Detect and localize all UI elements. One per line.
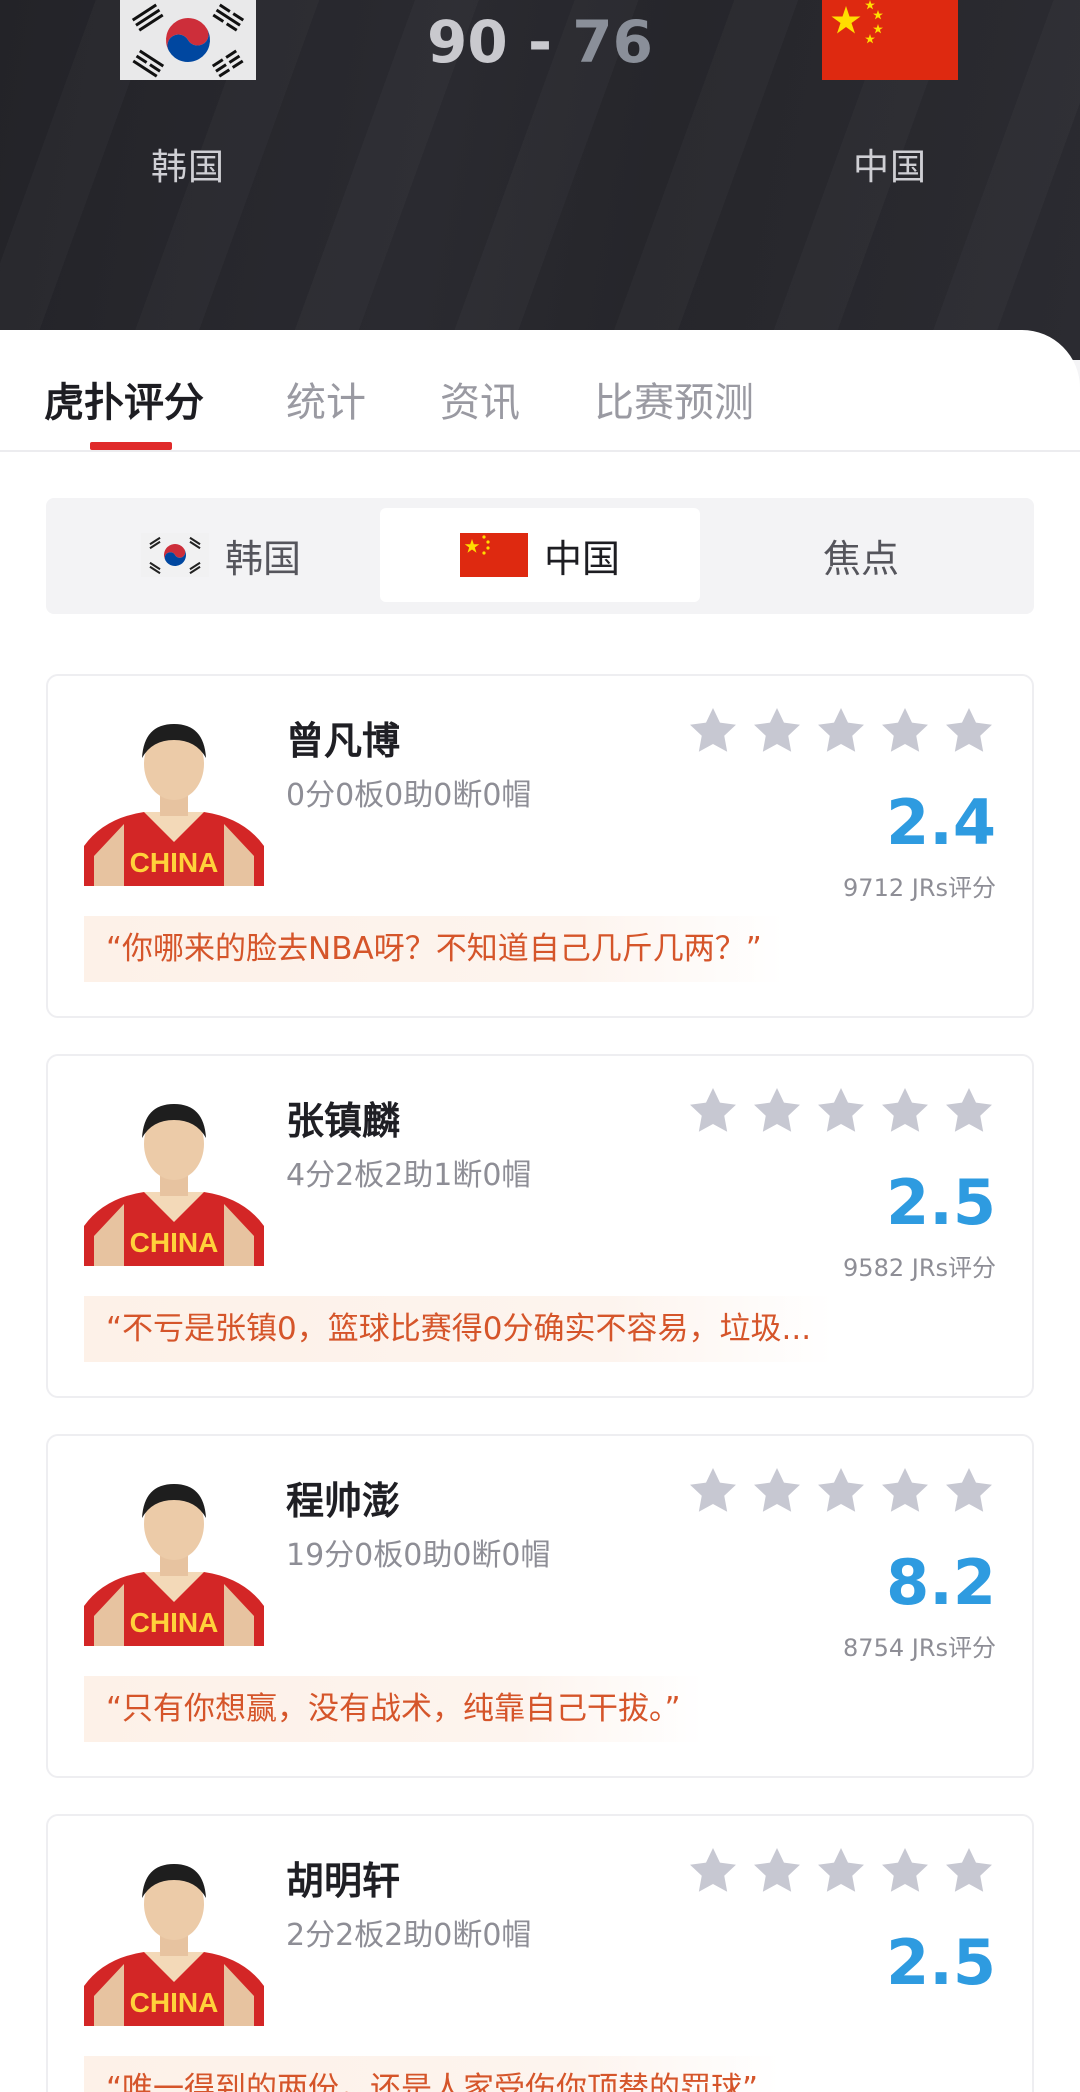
korea-flag-icon — [140, 533, 209, 577]
segment-korea-label: 韩国 — [224, 536, 301, 581]
segment-korea[interactable]: 韩国 — [86, 508, 356, 602]
star-icon[interactable] — [750, 704, 804, 758]
player-rating: 2.5 — [886, 1166, 996, 1239]
star-icon[interactable] — [942, 704, 996, 758]
top-comment[interactable]: “不亏是张镇0，篮球比赛得0分确实不容易，垃圾... — [84, 1296, 834, 1362]
star-icon[interactable] — [686, 1464, 740, 1518]
top-comment[interactable]: “只有你想赢，没有战术，纯靠自己干拔。” — [84, 1676, 703, 1742]
tab-prediction[interactable]: 比赛预测 — [594, 370, 754, 428]
player-rating: 8.2 — [886, 1546, 996, 1619]
active-tab-indicator — [90, 442, 172, 450]
rating-stars[interactable] — [686, 1844, 996, 1898]
star-icon[interactable] — [878, 704, 932, 758]
svg-text:CHINA: CHINA — [130, 1607, 219, 1638]
player-stats: 4分2板2助1断0帽 — [286, 1158, 532, 1193]
top-comment[interactable]: “唯一得到的两份，还是人家受伤你顶替的罚球” — [84, 2056, 781, 2092]
player-rating: 2.5 — [886, 1926, 996, 1999]
home-score: 90 — [427, 8, 508, 76]
away-team[interactable]: 中国 — [760, 0, 1020, 190]
player-avatar[interactable]: CHINA — [84, 706, 264, 886]
rating-votes: 8754 JRs评分 — [843, 1634, 996, 1662]
score-separator: - — [527, 8, 553, 76]
tab-stats[interactable]: 统计 — [286, 370, 366, 428]
away-score: 76 — [572, 8, 653, 76]
rating-stars[interactable] — [686, 704, 996, 758]
player-rating: 2.4 — [886, 786, 996, 859]
star-icon[interactable] — [942, 1084, 996, 1138]
segment-focus[interactable]: 焦点 — [726, 508, 996, 602]
svg-text:CHINA: CHINA — [130, 847, 219, 878]
tab-hupu-rating[interactable]: 虎扑评分 — [44, 370, 204, 428]
player-name[interactable]: 曾凡博 — [286, 710, 400, 765]
tab-bar: 虎扑评分 统计 资讯 比赛预测 — [0, 330, 1080, 452]
match-header: 韩国 90 - 76 中国 — [0, 0, 1080, 360]
player-stats: 0分0板0助0断0帽 — [286, 778, 532, 813]
star-icon[interactable] — [750, 1844, 804, 1898]
home-team-name: 韩国 — [150, 147, 225, 188]
segment-focus-label: 焦点 — [822, 536, 899, 581]
content-sheet: 虎扑评分 统计 资讯 比赛预测 韩国 中国 焦点 CHINA 曾凡博 0分0板0… — [0, 330, 1080, 2092]
star-icon[interactable] — [686, 704, 740, 758]
svg-text:CHINA: CHINA — [130, 1987, 219, 2018]
player-avatar[interactable]: CHINA — [84, 1086, 264, 1266]
segment-china[interactable]: 中国 — [380, 508, 700, 602]
rating-votes: 9712 JRs评分 — [843, 874, 996, 902]
star-icon[interactable] — [878, 1084, 932, 1138]
player-card[interactable]: CHINA 曾凡博 0分0板0助0断0帽 2.4 9712 JRs评分 “你哪来… — [46, 674, 1034, 1018]
star-icon[interactable] — [814, 1464, 868, 1518]
star-icon[interactable] — [814, 1844, 868, 1898]
player-card[interactable]: CHINA 胡明轩 2分2板2助0断0帽 2.5 “唯一得到的两份，还是人家受伤… — [46, 1814, 1034, 2092]
away-team-name: 中国 — [852, 147, 927, 188]
star-icon[interactable] — [814, 704, 868, 758]
player-name[interactable]: 张镇麟 — [286, 1090, 400, 1145]
player-avatar[interactable]: CHINA — [84, 1466, 264, 1646]
team-segment-control: 韩国 中国 焦点 — [46, 498, 1034, 614]
player-card[interactable]: CHINA 程帅澎 19分0板0助0断0帽 8.2 8754 JRs评分 “只有… — [46, 1434, 1034, 1778]
china-flag-icon — [822, 0, 958, 80]
svg-text:CHINA: CHINA — [130, 1227, 219, 1258]
player-stats: 19分0板0助0断0帽 — [286, 1538, 551, 1573]
segment-china-label: 中国 — [543, 536, 620, 581]
star-icon[interactable] — [686, 1084, 740, 1138]
star-icon[interactable] — [750, 1084, 804, 1138]
rating-votes: 9582 JRs评分 — [843, 1254, 996, 1282]
rating-stars[interactable] — [686, 1464, 996, 1518]
rating-stars[interactable] — [686, 1084, 996, 1138]
player-stats: 2分2板2助0断0帽 — [286, 1918, 532, 1953]
star-icon[interactable] — [942, 1464, 996, 1518]
top-comment[interactable]: “你哪来的脸去NBA呀？不知道自己几斤几两？” — [84, 916, 784, 982]
player-name[interactable]: 程帅澎 — [286, 1470, 400, 1525]
star-icon[interactable] — [750, 1464, 804, 1518]
star-icon[interactable] — [878, 1464, 932, 1518]
star-icon[interactable] — [814, 1084, 868, 1138]
star-icon[interactable] — [878, 1844, 932, 1898]
tab-news[interactable]: 资讯 — [440, 370, 520, 428]
player-card[interactable]: CHINA 张镇麟 4分2板2助1断0帽 2.5 9582 JRs评分 “不亏是… — [46, 1054, 1034, 1398]
player-name[interactable]: 胡明轩 — [286, 1850, 400, 1905]
player-avatar[interactable]: CHINA — [84, 1846, 264, 2026]
china-flag-icon — [459, 533, 528, 577]
star-icon[interactable] — [686, 1844, 740, 1898]
star-icon[interactable] — [942, 1844, 996, 1898]
